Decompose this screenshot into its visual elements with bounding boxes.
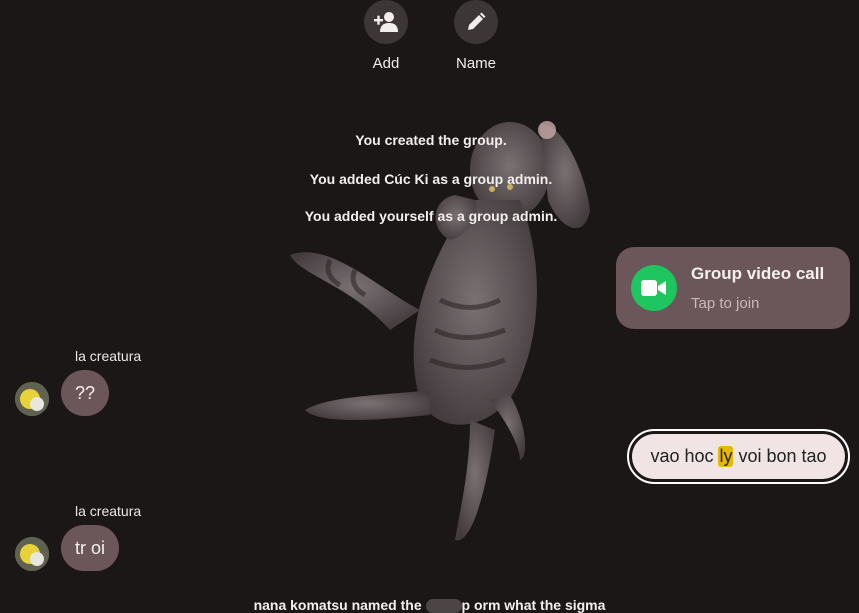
add-label: Add (372, 55, 400, 72)
call-subtitle: Tap to join (691, 295, 760, 312)
system-message: You added Cúc Ki as a group admin. (309, 171, 553, 187)
group-video-call-card[interactable]: Group video call Tap to join (616, 247, 850, 329)
video-camera-icon (641, 280, 666, 296)
sender-name: la creatura (75, 503, 142, 519)
message-bubble[interactable]: ?? (61, 370, 110, 416)
name-label: Name (455, 55, 496, 72)
rename-notice: nana komatsu named the p orm what the si… (0, 597, 859, 613)
avatar-image (15, 537, 49, 571)
redacted-group-name (425, 599, 462, 613)
name-button[interactable] (454, 0, 498, 44)
call-title: Group video call (691, 264, 825, 283)
rename-action[interactable]: Name (431, 0, 521, 72)
sender-name: la creatura (75, 348, 142, 364)
system-message: You created the group. (355, 132, 507, 148)
avatar-image (15, 382, 49, 416)
pencil-icon (468, 12, 486, 30)
search-highlight: ly (718, 446, 734, 467)
notice-text: p orm what the sigma (461, 597, 606, 613)
system-message: You added yourself as a group admin. (304, 208, 558, 224)
video-call-icon-badge (631, 265, 677, 311)
message-text: tr oi (75, 537, 106, 558)
message-text-part: voi bon tao (733, 446, 827, 466)
add-person-icon (374, 12, 398, 32)
message-text: ?? (75, 382, 96, 403)
notice-text: nana komatsu named the (253, 597, 426, 613)
message-text-part: vao hoc (650, 446, 719, 466)
add-button[interactable] (364, 0, 408, 44)
add-member-action[interactable]: Add (341, 0, 431, 72)
avatar[interactable] (15, 382, 49, 416)
avatar[interactable] (15, 537, 49, 571)
outgoing-message-bubble[interactable]: vao hoc ly voi bon tao (627, 429, 850, 484)
message-bubble[interactable]: tr oi (61, 525, 120, 571)
outgoing-message-body: vao hoc ly voi bon tao (632, 434, 845, 479)
